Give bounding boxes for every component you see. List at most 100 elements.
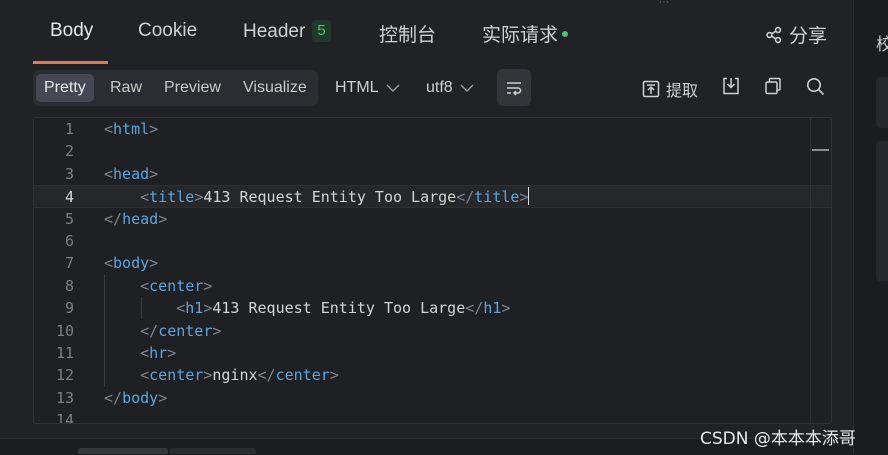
- share-button[interactable]: 分享: [765, 21, 827, 48]
- tag-name: h1: [483, 299, 502, 318]
- line-number: 3: [64, 164, 74, 183]
- tag-name: center: [149, 276, 204, 295]
- download-button[interactable]: [722, 77, 740, 95]
- format-select-value: HTML: [335, 79, 379, 96]
- encoding-select-value: utf8: [426, 79, 453, 96]
- line-number: 6: [64, 232, 74, 250]
- tag-name: center: [158, 321, 213, 340]
- line-content: </head>: [104, 209, 168, 228]
- code-line: 1 <html>: [34, 118, 831, 140]
- chevron-down-icon: [460, 84, 474, 92]
- tag-name: body: [113, 254, 150, 273]
- line-content: <html>: [104, 120, 159, 138]
- tab-body[interactable]: Body: [50, 20, 93, 42]
- chevron-down-icon: [386, 84, 400, 92]
- code-editor[interactable]: 1 <html> 2 3 <head> 4 <title>413 Request…: [33, 117, 832, 424]
- extract-icon: [642, 80, 660, 98]
- line-content: <center>nginx</center>: [140, 366, 339, 385]
- line-number: 5: [64, 209, 74, 228]
- code-line: 8 <center>: [34, 275, 831, 297]
- header-count-badge: 5: [312, 20, 331, 42]
- line-content: <h1>413 Request Entity Too Large</h1>: [176, 299, 511, 318]
- right-panel-label: 校: [876, 35, 888, 54]
- tab-cookie[interactable]: Cookie: [138, 20, 197, 42]
- format-select[interactable]: HTML: [335, 74, 400, 102]
- line-content: </body>: [104, 388, 168, 407]
- line-content: <title>413 Request Entity Too Large</tit…: [140, 187, 530, 207]
- share-icon: [766, 26, 782, 43]
- code-line-current: 4 <title>413 Request Entity Too Large</t…: [34, 185, 831, 208]
- scroll-position-marker[interactable]: [812, 149, 829, 151]
- line-number: 2: [64, 142, 74, 161]
- line-number: 14: [55, 411, 74, 424]
- bottom-tab[interactable]: [78, 448, 168, 454]
- extract-label: 提取: [666, 83, 699, 100]
- code-line: 10 </center>: [34, 320, 831, 342]
- tab-header-label: Header: [243, 21, 306, 42]
- line-number: 11: [55, 344, 74, 362]
- right-panel-card[interactable]: [876, 141, 888, 281]
- tag-name: head: [122, 209, 159, 228]
- editor-scrollbar[interactable]: [810, 118, 811, 423]
- line-number: 13: [55, 388, 74, 407]
- tab-header[interactable]: Header 5: [243, 20, 331, 43]
- view-mode-group: Pretty Raw Preview Visualize: [33, 70, 318, 106]
- tag-name: body: [122, 388, 159, 407]
- code-line: 9 <h1>413 Request Entity Too Large</h1>: [34, 297, 831, 319]
- watermark-text: CSDN @本本本添哥: [700, 429, 856, 449]
- title-text: 413 Request Entity Too Large: [203, 188, 457, 207]
- tab-cookie-label: Cookie: [138, 20, 198, 41]
- tag-name: center: [149, 366, 204, 385]
- code-line: 13 </body>: [34, 387, 831, 409]
- bottom-tab[interactable]: [170, 448, 256, 454]
- tag-name: title: [474, 188, 520, 207]
- view-mode-preview[interactable]: Preview: [156, 74, 229, 102]
- view-mode-raw[interactable]: Raw: [102, 74, 150, 102]
- code-line: 6: [34, 230, 831, 252]
- tag-name: head: [113, 164, 150, 183]
- tag-name: center: [275, 366, 330, 385]
- tag-name: title: [149, 188, 195, 207]
- view-mode-visualize[interactable]: Visualize: [235, 74, 315, 102]
- right-side-panel: 校: [853, 0, 888, 454]
- encoding-select[interactable]: utf8: [426, 74, 474, 102]
- code-line: 11 <hr>: [34, 342, 831, 364]
- h1-text: 413 Request Entity Too Large: [212, 299, 466, 318]
- word-wrap-button[interactable]: [497, 69, 531, 106]
- download-icon: [723, 77, 739, 95]
- view-mode-pretty[interactable]: Pretty: [36, 74, 94, 102]
- tag-name: h1: [185, 299, 204, 318]
- share-label: 分享: [789, 26, 828, 47]
- line-content: <hr>: [140, 344, 177, 362]
- response-panel: ⋯ Body Cookie Header 5 控制台 实际请求 分享 Pretty…: [0, 0, 853, 455]
- status-dot-icon: [562, 31, 569, 37]
- tab-actual-request[interactable]: 实际请求: [482, 20, 569, 47]
- search-button[interactable]: [806, 77, 825, 96]
- line-number: 4: [64, 188, 74, 207]
- line-content: <body>: [104, 254, 159, 273]
- line-number: 9: [64, 299, 74, 318]
- tab-body-label: Body: [50, 20, 94, 41]
- tag-name: hr: [149, 344, 168, 362]
- code-line: 7 <body>: [34, 252, 831, 274]
- code-line: 3 <head>: [34, 163, 831, 185]
- line-number: 10: [55, 321, 74, 340]
- tab-console[interactable]: 控制台: [379, 20, 436, 47]
- tab-console-label: 控制台: [379, 25, 437, 46]
- line-content: <center>: [140, 276, 213, 295]
- active-tab-indicator: [33, 61, 108, 64]
- extract-button[interactable]: 提取: [642, 77, 698, 101]
- response-tabs: Body Cookie Header 5 控制台 实际请求 分享: [0, 0, 853, 64]
- code-line: 14: [34, 409, 831, 424]
- copy-button[interactable]: [764, 77, 782, 95]
- copy-icon: [765, 77, 781, 95]
- code-line: 5 </head>: [34, 208, 831, 230]
- text-cursor: [528, 187, 530, 206]
- tab-actual-request-label: 实际请求: [482, 25, 559, 46]
- search-icon: [807, 78, 825, 96]
- tag-name: html: [113, 120, 150, 138]
- response-toolbar: Pretty Raw Preview Visualize HTML utf8 提…: [0, 69, 853, 108]
- line-content: <head>: [104, 164, 159, 183]
- right-panel-card[interactable]: [876, 77, 888, 128]
- wrap-lines-icon: [507, 81, 522, 96]
